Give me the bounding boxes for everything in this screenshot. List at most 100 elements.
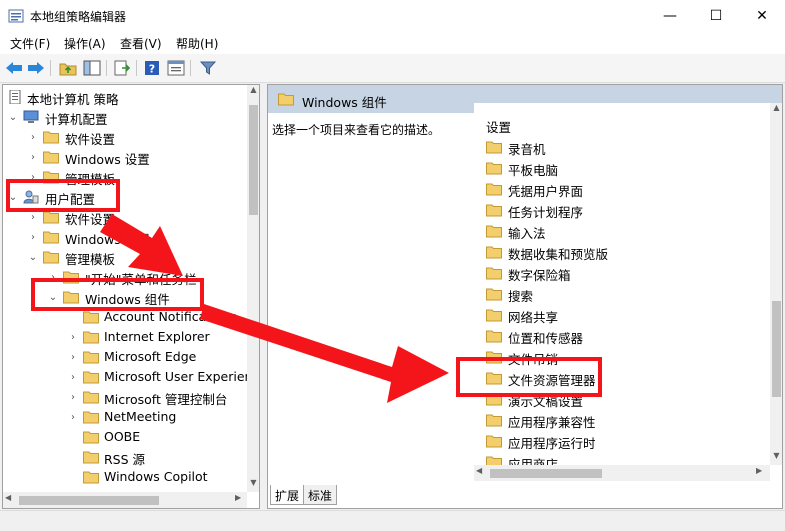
- tree-horizontal-scrollbar[interactable]: ◀ ▶: [3, 492, 247, 508]
- list-item[interactable]: 搜索: [486, 284, 766, 304]
- tree-node-child-7[interactable]: RSS 源: [3, 447, 247, 467]
- tree-label: 管理模板: [65, 252, 116, 267]
- up-folder-icon[interactable]: [58, 58, 78, 78]
- folder-icon: [83, 411, 99, 424]
- chevron-down-icon[interactable]: ⌄: [27, 247, 39, 267]
- minimize-button[interactable]: —: [647, 0, 693, 32]
- list-item[interactable]: 平板电脑: [486, 158, 766, 178]
- highlight-windows-components: [31, 278, 204, 311]
- tree-node-child-4[interactable]: › Microsoft 管理控制台: [3, 387, 247, 407]
- title-bar: 本地组策略编辑器 — ☐ ✕: [0, 0, 785, 32]
- window-title: 本地组策略编辑器: [30, 10, 127, 24]
- tree-node-uc-admin[interactable]: ⌄ 管理模板: [3, 247, 247, 267]
- description-text: 选择一个项目来查看它的描述。: [272, 123, 441, 137]
- tree-node-cc-windows[interactable]: › Windows 设置: [3, 147, 247, 167]
- list-item[interactable]: 录音机: [486, 137, 766, 157]
- menu-file[interactable]: 文件(F): [10, 35, 50, 52]
- menu-help[interactable]: 帮助(H): [176, 35, 218, 52]
- folder-icon: [486, 267, 502, 280]
- chevron-right-icon[interactable]: ›: [67, 387, 79, 407]
- chevron-right-icon[interactable]: ›: [27, 127, 39, 147]
- list-item[interactable]: 应用程序运行时: [486, 431, 766, 451]
- folder-icon: [486, 414, 502, 427]
- tree-scroll-thumb[interactable]: [249, 105, 258, 215]
- tree-hscroll-thumb[interactable]: [19, 496, 159, 505]
- menu-bar: 文件(F) 操作(A) 查看(V) 帮助(H): [0, 32, 785, 54]
- scroll-right-icon[interactable]: ▶: [756, 466, 762, 475]
- tree-node-computer-config[interactable]: ⌄ 计算机配置: [3, 107, 247, 127]
- close-button[interactable]: ✕: [739, 0, 785, 32]
- menu-action[interactable]: 操作(A): [64, 35, 106, 52]
- tree-label: RSS 源: [104, 452, 146, 467]
- scroll-down-icon[interactable]: ▼: [247, 478, 259, 492]
- folder-icon: [486, 330, 502, 343]
- tree-node-child-2[interactable]: › Microsoft Edge: [3, 347, 247, 367]
- list-item[interactable]: 任务计划程序: [486, 200, 766, 220]
- scroll-left-icon[interactable]: ◀: [476, 466, 482, 475]
- tree-node-root[interactable]: 本地计算机 策略: [3, 87, 247, 107]
- maximize-button[interactable]: ☐: [693, 0, 739, 32]
- tree-node-child-5[interactable]: › NetMeeting: [3, 407, 247, 427]
- list-item[interactable]: 输入法: [486, 221, 766, 241]
- chevron-right-icon[interactable]: ›: [27, 227, 39, 247]
- scroll-left-icon[interactable]: ◀: [5, 493, 11, 502]
- highlight-file-explorer: [456, 357, 602, 397]
- folder-icon: [486, 309, 502, 322]
- help-icon[interactable]: ?: [142, 58, 162, 78]
- tab-standard[interactable]: 标准: [303, 485, 338, 505]
- folder-icon: [83, 311, 99, 324]
- policy-document-icon: [9, 90, 21, 104]
- folder-icon: [83, 431, 99, 444]
- tree-node-child-3[interactable]: › Microsoft User Experien: [3, 367, 252, 387]
- tree-label: Internet Explorer: [104, 329, 210, 344]
- tree-node-cc-software[interactable]: › 软件设置: [3, 127, 247, 147]
- list-item[interactable]: 凭据用户界面: [486, 179, 766, 199]
- tree-label: Windows 设置: [65, 152, 150, 167]
- properties-icon[interactable]: [166, 58, 186, 78]
- list-item[interactable]: 位置和传感器: [486, 326, 766, 346]
- folder-icon: [43, 151, 59, 164]
- tree-vertical-scrollbar[interactable]: ▲ ▼: [247, 85, 259, 492]
- folder-icon: [43, 131, 59, 144]
- show-hide-tree-icon[interactable]: [82, 58, 102, 78]
- folder-icon: [43, 211, 59, 224]
- tree-label: 计算机配置: [45, 112, 108, 127]
- tree-node-child-8[interactable]: Windows Copilot: [3, 467, 247, 487]
- folder-icon: [83, 371, 99, 384]
- tree-node-uc-windows[interactable]: › Windows 设置: [3, 227, 247, 247]
- chevron-right-icon[interactable]: ›: [67, 367, 79, 387]
- settings-column-header[interactable]: 设置: [486, 117, 511, 136]
- filter-icon[interactable]: [198, 58, 218, 78]
- scroll-up-icon[interactable]: ▲: [770, 103, 782, 117]
- tab-extended[interactable]: 扩展: [270, 485, 305, 505]
- list-item[interactable]: 数字保险箱: [486, 263, 766, 283]
- menu-view[interactable]: 查看(V): [120, 35, 162, 52]
- tree-node-child-1[interactable]: › Internet Explorer: [3, 327, 247, 347]
- list-item[interactable]: 网络共享: [486, 305, 766, 325]
- list-vertical-scrollbar[interactable]: ▲ ▼: [770, 103, 782, 465]
- scroll-down-icon[interactable]: ▼: [770, 451, 782, 465]
- list-item[interactable]: 数据收集和预览版: [486, 242, 766, 262]
- content-header-title: Windows 组件: [302, 95, 387, 110]
- export-list-icon[interactable]: [112, 58, 132, 78]
- chevron-right-icon[interactable]: ›: [67, 327, 79, 347]
- list-scroll-thumb[interactable]: [772, 301, 781, 397]
- scroll-up-icon[interactable]: ▲: [247, 85, 259, 99]
- tree-node-child-6[interactable]: OOBE: [3, 427, 247, 447]
- tree-label: Windows 设置: [65, 232, 150, 247]
- chevron-down-icon[interactable]: ⌄: [7, 107, 19, 127]
- chevron-right-icon[interactable]: ›: [27, 147, 39, 167]
- folder-icon: [486, 288, 502, 301]
- scroll-right-icon[interactable]: ▶: [235, 493, 241, 502]
- list-item[interactable]: 应用程序兼容性: [486, 410, 766, 430]
- tree-label: Microsoft Edge: [104, 349, 197, 364]
- chevron-right-icon[interactable]: ›: [67, 407, 79, 427]
- folder-icon: [486, 204, 502, 217]
- folder-icon: [83, 351, 99, 364]
- back-arrow-icon[interactable]: [4, 58, 24, 78]
- forward-arrow-icon[interactable]: [26, 58, 46, 78]
- app-icon: [8, 9, 24, 23]
- chevron-right-icon[interactable]: ›: [67, 347, 79, 367]
- list-horizontal-scrollbar[interactable]: ◀ ▶: [474, 465, 770, 481]
- list-hscroll-thumb[interactable]: [490, 469, 602, 478]
